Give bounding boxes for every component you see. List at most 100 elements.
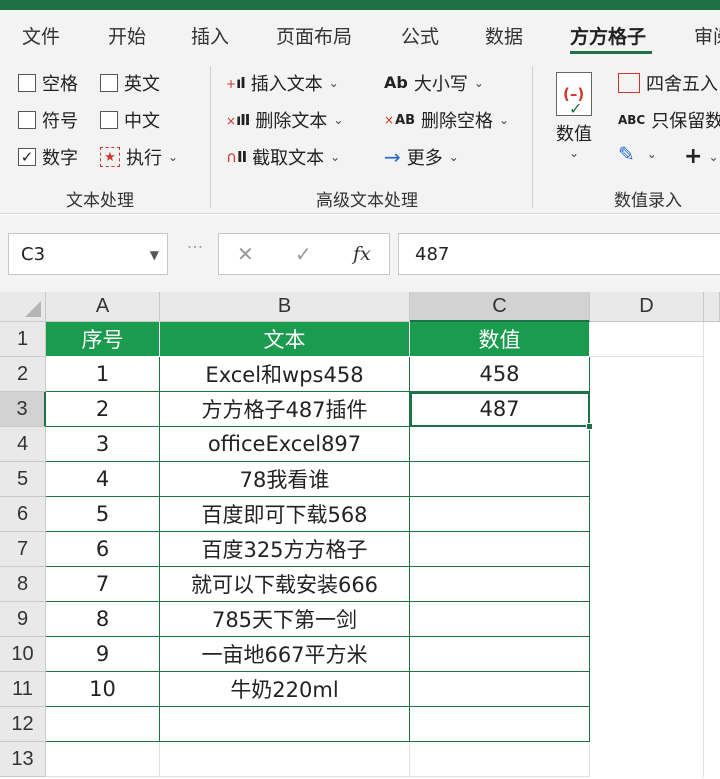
- group-label-text: 文本处理: [66, 191, 134, 211]
- cell-empty[interactable]: [160, 742, 410, 777]
- tab-formulas[interactable]: 公式: [401, 22, 439, 49]
- cell-value[interactable]: [410, 427, 590, 462]
- dropdown-arrow-icon[interactable]: ▼: [150, 248, 159, 262]
- column-header-c[interactable]: C: [410, 292, 590, 322]
- cell-text[interactable]: 百度即可下载568: [160, 497, 410, 532]
- row-header-13[interactable]: 13: [0, 742, 46, 777]
- row-header-2[interactable]: 2: [0, 357, 46, 392]
- fill-handle[interactable]: [586, 423, 593, 430]
- drag-handle-icon[interactable]: ⋮: [186, 239, 205, 253]
- execute-button[interactable]: ★ 执行 ⌄: [100, 144, 178, 170]
- cell-text[interactable]: officeExcel897: [160, 427, 410, 462]
- value-button[interactable]: (–) ✓ 数值 ⌄: [556, 72, 592, 160]
- cell-no[interactable]: 5: [46, 497, 160, 532]
- digit-checkbox[interactable]: ✓ 数字: [18, 144, 78, 170]
- cell-text[interactable]: 牛奶220ml: [160, 672, 410, 707]
- cell-empty[interactable]: [410, 742, 590, 777]
- cell-no[interactable]: 7: [46, 567, 160, 602]
- checkbox-icon: [18, 74, 36, 92]
- insert-function-icon[interactable]: fx: [353, 243, 371, 265]
- tab-file[interactable]: 文件: [22, 22, 60, 49]
- column-header-b[interactable]: B: [160, 292, 410, 322]
- cell-value[interactable]: [410, 567, 590, 602]
- row-header-9[interactable]: 9: [0, 602, 46, 637]
- tab-insert[interactable]: 插入: [191, 22, 229, 49]
- header-cell-value[interactable]: 数值: [410, 322, 590, 357]
- header-cell-no[interactable]: 序号: [46, 322, 160, 357]
- extract-text-button[interactable]: ∩II 截取文本 ⌄: [226, 144, 340, 170]
- cell-no[interactable]: 10: [46, 672, 160, 707]
- english-checkbox[interactable]: 英文: [100, 70, 160, 96]
- chinese-checkbox[interactable]: 中文: [100, 107, 160, 133]
- tab-fangfanggezi[interactable]: 方方格子: [570, 22, 646, 49]
- column-e-area[interactable]: [704, 322, 720, 777]
- cell-no[interactable]: 4: [46, 462, 160, 497]
- row-header-1[interactable]: 1: [0, 322, 46, 357]
- edit-button[interactable]: ✎ ⌄: [618, 144, 657, 164]
- symbol-checkbox[interactable]: 符号: [18, 107, 78, 133]
- cancel-icon[interactable]: ✕: [237, 242, 254, 266]
- delete-space-button[interactable]: × AB 删除空格 ⌄: [384, 107, 509, 133]
- row-header-10[interactable]: 10: [0, 637, 46, 672]
- tab-home[interactable]: 开始: [108, 22, 146, 49]
- cell-text[interactable]: 785天下第一剑: [160, 602, 410, 637]
- column-header-d[interactable]: D: [590, 292, 704, 322]
- cell-value-selected[interactable]: 487: [410, 392, 590, 427]
- cell-value[interactable]: [410, 532, 590, 567]
- space-checkbox[interactable]: 空格: [18, 70, 78, 96]
- cell-no[interactable]: 9: [46, 637, 160, 672]
- tab-data[interactable]: 数据: [485, 22, 523, 49]
- cell-text[interactable]: 百度325方方格子: [160, 532, 410, 567]
- cell-text[interactable]: 78我看谁: [160, 462, 410, 497]
- insert-text-button[interactable]: +ıI 插入文本 ⌄: [226, 70, 339, 96]
- cell-empty[interactable]: [46, 707, 160, 742]
- group-label-value-entry: 数值录入: [614, 191, 682, 211]
- confirm-icon[interactable]: ✓: [295, 242, 312, 266]
- cell-value[interactable]: [410, 637, 590, 672]
- name-box[interactable]: C3 ▼: [8, 233, 168, 275]
- row-header-8[interactable]: 8: [0, 567, 46, 602]
- column-header-e[interactable]: [704, 292, 720, 322]
- row-header-5[interactable]: 5: [0, 462, 46, 497]
- case-button[interactable]: Ab 大小写 ⌄: [384, 70, 484, 96]
- round-button[interactable]: 四舍五入: [618, 70, 718, 96]
- cell-no[interactable]: 2: [46, 392, 160, 427]
- cell-text[interactable]: Excel和wps458: [160, 357, 410, 392]
- cell-empty[interactable]: [160, 707, 410, 742]
- delete-mark-icon: ×: [384, 113, 395, 127]
- cell-d1[interactable]: [590, 322, 704, 357]
- row-header-11[interactable]: 11: [0, 672, 46, 707]
- row-header-12[interactable]: 12: [0, 707, 46, 742]
- keep-digits-button[interactable]: ABC 只保留数: [618, 107, 720, 133]
- add-button[interactable]: + ⌄: [684, 144, 719, 169]
- cell-no[interactable]: 3: [46, 427, 160, 462]
- column-header-a[interactable]: A: [46, 292, 160, 322]
- symbol-label: 符号: [42, 111, 78, 132]
- row-header-4[interactable]: 4: [0, 427, 46, 462]
- cell-empty[interactable]: [46, 742, 160, 777]
- delete-text-button[interactable]: ×ıII 删除文本 ⌄: [226, 107, 343, 133]
- cell-empty[interactable]: [410, 707, 590, 742]
- cell-value[interactable]: [410, 462, 590, 497]
- cell-value[interactable]: [410, 497, 590, 532]
- cell-text[interactable]: 一亩地667平方米: [160, 637, 410, 672]
- select-all-button[interactable]: [0, 292, 46, 322]
- cell-value[interactable]: [410, 602, 590, 637]
- row-header-3[interactable]: 3: [0, 392, 46, 427]
- formula-input[interactable]: 487: [398, 233, 720, 275]
- cell-value[interactable]: [410, 672, 590, 707]
- column-d-area[interactable]: [590, 357, 704, 777]
- header-cell-text[interactable]: 文本: [160, 322, 410, 357]
- tab-review[interactable]: 审阅: [694, 22, 720, 49]
- cell-text[interactable]: 方方格子487插件: [160, 392, 410, 427]
- cell-value[interactable]: 458: [410, 357, 590, 392]
- delete-text-icon: ×ıII: [226, 110, 250, 129]
- tab-page-layout[interactable]: 页面布局: [276, 22, 352, 49]
- cell-no[interactable]: 6: [46, 532, 160, 567]
- cell-no[interactable]: 8: [46, 602, 160, 637]
- row-header-7[interactable]: 7: [0, 532, 46, 567]
- more-button[interactable]: → 更多 ⌄: [384, 144, 459, 170]
- cell-text[interactable]: 就可以下载安装666: [160, 567, 410, 602]
- cell-no[interactable]: 1: [46, 357, 160, 392]
- row-header-6[interactable]: 6: [0, 497, 46, 532]
